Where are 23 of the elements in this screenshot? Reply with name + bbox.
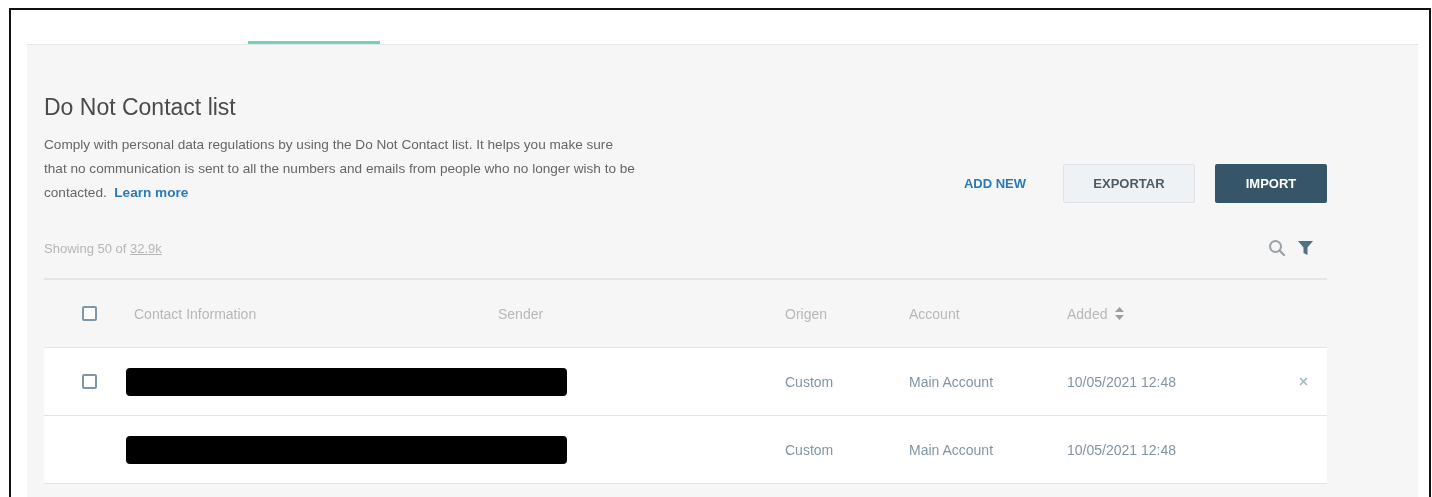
filter-icon[interactable] bbox=[1298, 240, 1313, 256]
description-text: Comply with personal data regulations by using the Do Not Contact list. It helps you make sure that no communication is sent to all the numbers and emails from people who no longer wish to be contacted. Learn more bbox=[44, 136, 636, 202]
table-cell: Main Account bbox=[909, 441, 994, 458]
table-cell: 10/05/2021 12:48 bbox=[1067, 373, 1176, 390]
column-header: Account bbox=[909, 305, 960, 322]
import-button[interactable]: IMPORT bbox=[1215, 164, 1327, 203]
table-cell: Custom bbox=[785, 373, 834, 390]
learn-more-link[interactable]: Learn more bbox=[114, 185, 189, 200]
add-new-button[interactable]: ADD NEW bbox=[946, 164, 1043, 203]
column-header: Contact Information bbox=[134, 305, 257, 322]
table-cell: Custom bbox=[785, 441, 834, 458]
column-header: Origen bbox=[785, 305, 828, 322]
search-icon[interactable] bbox=[1268, 239, 1286, 257]
sort-icon[interactable] bbox=[1115, 307, 1125, 320]
table-cell: 10/05/2021 12:48 bbox=[1067, 441, 1176, 458]
column-header: Sender bbox=[498, 305, 544, 322]
showing-count-text: Showing 50 of 32.9k bbox=[44, 240, 162, 256]
row-checkbox[interactable] bbox=[81, 374, 97, 389]
table-cell: Main Account bbox=[909, 373, 994, 390]
close-icon[interactable] bbox=[1298, 377, 1308, 386]
export-button[interactable]: EXPORTAR bbox=[1063, 164, 1195, 203]
page-title: Do Not Contact list bbox=[44, 93, 237, 122]
select-all-checkbox[interactable] bbox=[81, 306, 97, 321]
